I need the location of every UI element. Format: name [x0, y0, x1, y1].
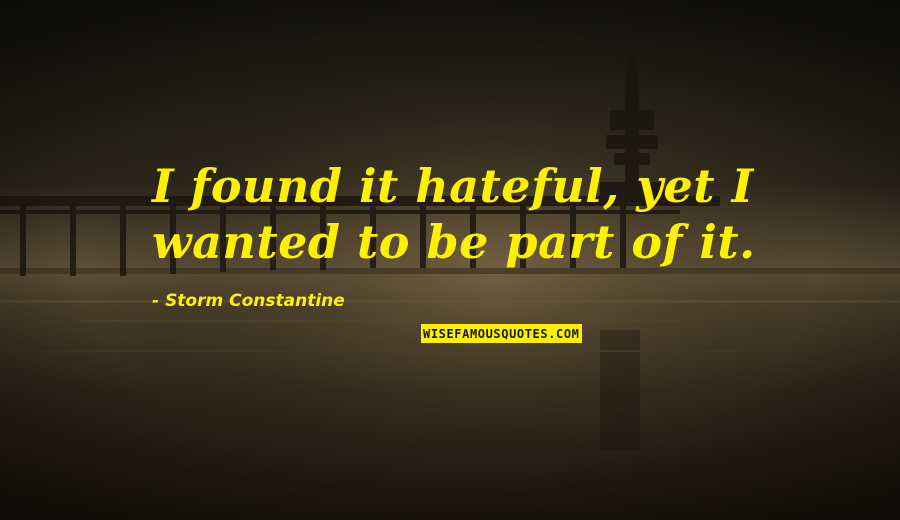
quote-line-1: I found it hateful, yet I	[152, 159, 754, 213]
author-name: Storm Constantine	[165, 291, 345, 311]
quote-line-2: wanted to be part of it.	[152, 215, 756, 269]
quote-image: I found it hateful, yet I wanted to be p…	[0, 0, 900, 520]
quote-author: - Storm Constantine	[152, 290, 345, 312]
watermark-logo: WISEFAMOUSQUOTES.COM	[421, 324, 582, 343]
author-dash: -	[152, 291, 160, 311]
watermark-text: WISEFAMOUSQUOTES.COM	[423, 326, 580, 341]
quote-text: I found it hateful, yet I wanted to be p…	[152, 158, 852, 270]
